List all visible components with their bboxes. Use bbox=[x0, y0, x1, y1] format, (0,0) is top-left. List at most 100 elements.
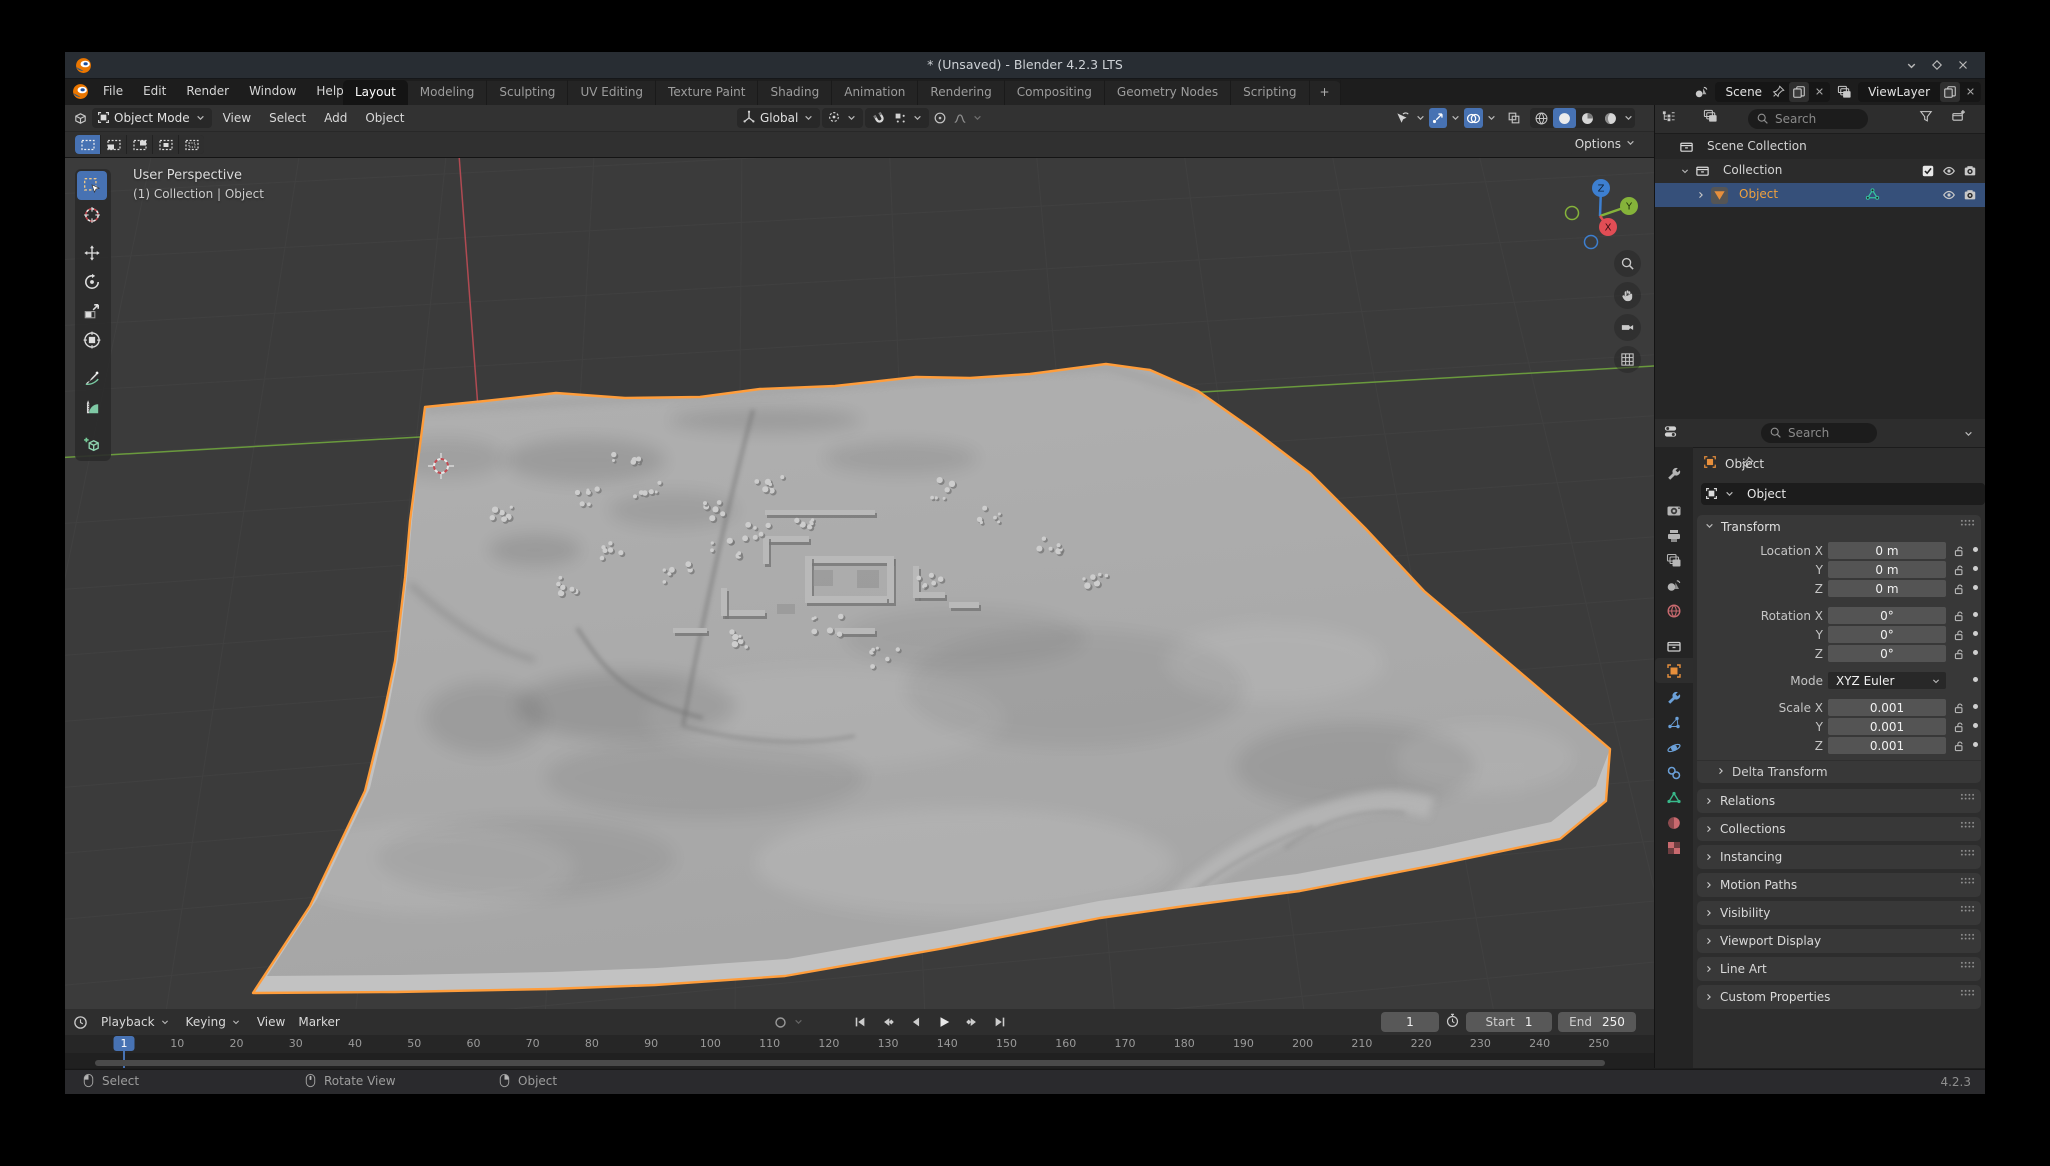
stopwatch-icon[interactable] bbox=[1445, 1013, 1460, 1032]
snap-to-dropdown[interactable] bbox=[891, 108, 909, 128]
value-field[interactable]: 0 m bbox=[1828, 561, 1946, 578]
shading-material-button[interactable] bbox=[1576, 108, 1599, 128]
close-button[interactable] bbox=[1955, 57, 1971, 73]
properties-tab-material[interactable] bbox=[1655, 810, 1693, 835]
outliner-filter-id-button[interactable] bbox=[1703, 109, 1718, 124]
tool-transform[interactable] bbox=[77, 325, 107, 354]
workspace-tab-shading[interactable]: Shading bbox=[758, 80, 832, 105]
animate-dot[interactable] bbox=[1973, 612, 1978, 617]
snap-toggle[interactable] bbox=[870, 108, 889, 128]
animate-dot[interactable] bbox=[1973, 547, 1978, 552]
outliner-row-object[interactable]: Object bbox=[1655, 183, 1985, 207]
properties-tab-data[interactable] bbox=[1655, 785, 1693, 810]
value-field[interactable]: 0.001 bbox=[1828, 699, 1946, 716]
camera-view-button[interactable] bbox=[1614, 314, 1641, 341]
tool-cursor[interactable] bbox=[77, 200, 107, 229]
panel-relations[interactable]: Relations bbox=[1697, 789, 1981, 813]
3d-viewport[interactable]: Z Y X User Perspective (1) Collection | … bbox=[65, 158, 1654, 1009]
panel-instancing[interactable]: Instancing bbox=[1697, 845, 1981, 869]
lock-icon[interactable] bbox=[1953, 738, 1966, 757]
jump-to-end-button[interactable] bbox=[987, 1012, 1013, 1032]
animate-dot[interactable] bbox=[1973, 742, 1978, 747]
object-name-field[interactable]: Object bbox=[1701, 483, 1985, 505]
properties-tab-output[interactable] bbox=[1655, 523, 1693, 548]
properties-tab-modifiers[interactable] bbox=[1655, 685, 1693, 710]
properties-options-button[interactable] bbox=[1962, 425, 1975, 444]
close-icon[interactable] bbox=[1813, 83, 1826, 102]
zoom-view-button[interactable] bbox=[1614, 250, 1641, 277]
properties-tab-collection[interactable] bbox=[1655, 633, 1693, 658]
viewlayer-selector[interactable]: ViewLayer bbox=[1858, 82, 1981, 102]
workspace-tab-geometry-nodes[interactable]: Geometry Nodes bbox=[1105, 80, 1231, 105]
properties-tab-object[interactable] bbox=[1655, 658, 1693, 683]
outliner-filter-button[interactable] bbox=[1919, 109, 1933, 123]
frame-start-field[interactable]: Start 1 bbox=[1466, 1012, 1552, 1032]
animate-dot[interactable] bbox=[1973, 704, 1978, 709]
properties-tab-view-layer[interactable] bbox=[1655, 548, 1693, 573]
lock-icon[interactable] bbox=[1953, 581, 1966, 600]
outliner-row-collection[interactable]: Collection bbox=[1655, 159, 1985, 183]
properties-tab-render[interactable] bbox=[1655, 498, 1693, 523]
scene-selector[interactable]: Scene bbox=[1715, 82, 1830, 102]
transform-orientation-dropdown[interactable]: Global bbox=[737, 108, 820, 128]
camera-toggle[interactable] bbox=[1963, 164, 1977, 178]
camera-toggle[interactable] bbox=[1963, 188, 1977, 202]
value-field[interactable]: 0 m bbox=[1828, 580, 1946, 597]
pivot-point-dropdown[interactable] bbox=[822, 108, 863, 128]
timeline-ruler[interactable]: 1 10203040506070809010011012013014015016… bbox=[65, 1035, 1654, 1068]
xray-toggle[interactable] bbox=[1505, 108, 1523, 128]
play-button[interactable] bbox=[931, 1012, 957, 1032]
animate-dot[interactable] bbox=[1973, 723, 1978, 728]
previous-keyframe-button[interactable] bbox=[875, 1012, 901, 1032]
jump-to-start-button[interactable] bbox=[847, 1012, 873, 1032]
lock-icon[interactable] bbox=[1953, 646, 1966, 665]
value-field[interactable]: 0 m bbox=[1828, 542, 1946, 559]
tool-move[interactable] bbox=[77, 238, 107, 267]
shading-solid-button[interactable] bbox=[1553, 108, 1576, 128]
animate-dot[interactable] bbox=[1973, 650, 1978, 655]
shading-wireframe-button[interactable] bbox=[1530, 108, 1553, 128]
auto-keying-toggle[interactable] bbox=[771, 1012, 790, 1032]
drag-dots-icon[interactable] bbox=[1960, 518, 1975, 536]
copy-viewlayer-icon[interactable] bbox=[1940, 82, 1960, 102]
next-keyframe-button[interactable] bbox=[959, 1012, 985, 1032]
tool-annotate[interactable] bbox=[77, 363, 107, 392]
maximize-button[interactable] bbox=[1929, 57, 1945, 73]
menu-file[interactable]: File bbox=[93, 79, 133, 103]
mode-selector[interactable]: Object Mode bbox=[92, 108, 212, 128]
editor-type-button[interactable] bbox=[71, 108, 90, 128]
checkbox-toggle[interactable] bbox=[1921, 164, 1935, 178]
properties-editor-type-button[interactable] bbox=[1663, 424, 1678, 439]
options-button[interactable]: Options bbox=[1569, 134, 1646, 154]
shading-rendered-button[interactable] bbox=[1599, 108, 1622, 128]
panel-viewport-display[interactable]: Viewport Display bbox=[1697, 929, 1981, 953]
show-overlays-toggle[interactable] bbox=[1464, 108, 1483, 128]
animate-dot[interactable] bbox=[1973, 585, 1978, 590]
proportional-falloff-dropdown[interactable] bbox=[951, 108, 969, 128]
viewport-menu-add[interactable]: Add bbox=[315, 111, 356, 125]
viewport-menu-object[interactable]: Object bbox=[356, 111, 413, 125]
workspace-tab-uv-editing[interactable]: UV Editing bbox=[568, 80, 656, 105]
menu-render[interactable]: Render bbox=[176, 79, 239, 103]
tool-measure[interactable] bbox=[77, 392, 107, 421]
current-frame-field[interactable]: 1 bbox=[1381, 1012, 1439, 1032]
properties-tab-scene[interactable] bbox=[1655, 573, 1693, 598]
minimize-button[interactable] bbox=[1903, 57, 1919, 73]
select-mode-subtract[interactable] bbox=[127, 135, 152, 154]
eye-toggle[interactable] bbox=[1942, 188, 1956, 202]
tool-select-box[interactable] bbox=[77, 171, 107, 200]
workspace-tab-rendering[interactable]: Rendering bbox=[918, 80, 1004, 105]
animate-dot[interactable] bbox=[1973, 566, 1978, 571]
value-field[interactable]: 0.001 bbox=[1828, 737, 1946, 754]
tool-rotate[interactable] bbox=[77, 267, 107, 296]
workspace-tab-texture-paint[interactable]: Texture Paint bbox=[656, 80, 758, 105]
properties-tab-constraints[interactable] bbox=[1655, 760, 1693, 785]
properties-tab-texture[interactable] bbox=[1655, 835, 1693, 860]
pin-id-icon[interactable] bbox=[1741, 456, 1754, 472]
timeline-menu-playback[interactable]: Playback bbox=[92, 1013, 177, 1032]
tool-scale[interactable] bbox=[77, 296, 107, 325]
workspace-tab-modeling[interactable]: Modeling bbox=[408, 80, 488, 105]
properties-search-input[interactable]: Search bbox=[1761, 423, 1877, 443]
value-field[interactable]: 0° bbox=[1828, 607, 1946, 624]
add-workspace-button[interactable]: + bbox=[1310, 80, 1341, 105]
